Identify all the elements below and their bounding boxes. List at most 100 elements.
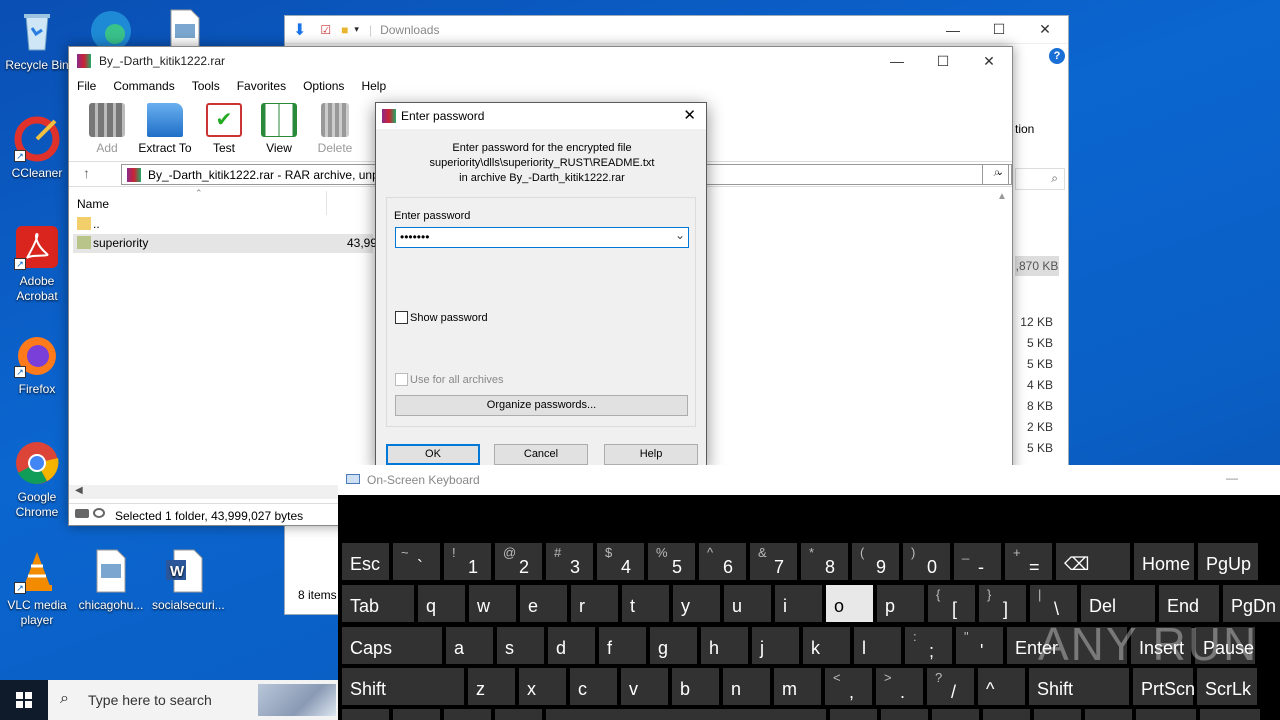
menu-options[interactable]: Options [303, 79, 344, 93]
dialog-titlebar[interactable]: Enter password ✕ [376, 103, 706, 129]
toolbar-delete-button[interactable]: Delete [305, 103, 365, 155]
key-Fn[interactable]: Fn [342, 709, 389, 720]
key-t[interactable]: t [622, 585, 669, 622]
minimize-button[interactable]: — [874, 47, 920, 75]
toolbar-view-button[interactable]: View [249, 103, 309, 155]
minimize-button[interactable]: — [930, 16, 976, 44]
key-Home[interactable]: Home [1134, 543, 1194, 580]
key-.[interactable]: >. [876, 668, 923, 705]
show-password-checkbox[interactable] [395, 311, 408, 324]
key-Ctrl[interactable]: Ctrl [393, 709, 440, 720]
menu-file[interactable]: File [77, 79, 96, 93]
close-button[interactable]: ✕ [966, 47, 1012, 75]
key-Ctrl[interactable]: Ctrl [881, 709, 928, 720]
key-0[interactable]: ) 0 [903, 543, 950, 580]
key-,[interactable]: <, [825, 668, 872, 705]
key-`[interactable]: ~ ` [393, 543, 440, 580]
taskbar-search-box[interactable]: ⌕ Type here to search [48, 680, 338, 720]
toolbar-extract-button[interactable]: Extract To [135, 103, 195, 155]
key-i[interactable]: i [775, 585, 822, 622]
toolbar-test-button[interactable]: ✔ Test [194, 103, 254, 155]
key-Tab[interactable]: Tab [342, 585, 414, 622]
folder-icon[interactable]: ■ [341, 23, 348, 37]
key-b[interactable]: b [672, 668, 719, 705]
key-⊞[interactable]: ⊞ [1085, 709, 1132, 720]
key-y[interactable]: y [673, 585, 720, 622]
maximize-button[interactable]: ☐ [920, 47, 966, 75]
search-icon[interactable]: ⌕ [982, 164, 1012, 185]
key-j[interactable]: j [752, 627, 799, 664]
key-7[interactable]: & 7 [750, 543, 797, 580]
scroll-left-icon[interactable]: ◀ [75, 485, 83, 496]
key-v[interactable]: v [983, 709, 1030, 720]
desktop-icon-chicagohu[interactable]: chicagohu... [78, 548, 144, 613]
key-m[interactable]: m [774, 668, 821, 705]
key-Esc[interactable]: Esc [342, 543, 389, 580]
key-g[interactable]: g [650, 627, 697, 664]
key-Shift[interactable]: Shift [342, 668, 464, 705]
key-2[interactable]: @2 [495, 543, 542, 580]
close-button[interactable]: ✕ [1022, 16, 1068, 44]
key-Shift[interactable]: Shift [1029, 668, 1129, 705]
start-windows-icon[interactable] [0, 680, 48, 720]
key-k[interactable]: k [803, 627, 850, 664]
key-6[interactable]: ^ 6 [699, 543, 746, 580]
key-PrtScn[interactable]: PrtScn [1133, 668, 1195, 705]
key--[interactable]: _ - [954, 543, 1001, 580]
menu-tools[interactable]: Tools [192, 79, 220, 93]
ok-button[interactable]: OK [386, 444, 480, 465]
key-s[interactable]: s [497, 627, 544, 664]
desktop-icon-firefox[interactable]: ↗ Firefox [4, 332, 70, 397]
key-o[interactable]: o [826, 585, 873, 622]
osk-titlebar[interactable]: On-Screen Keyboard — [338, 465, 1280, 495]
key-⊞[interactable]: ⊞ [444, 709, 491, 720]
password-input[interactable]: ••••••• ⌄ [395, 227, 689, 248]
key-3[interactable]: #3 [546, 543, 593, 580]
properties-icon[interactable]: ☑ [320, 23, 331, 37]
organize-passwords-button[interactable]: Organize passwords... [395, 395, 688, 416]
key-Alt[interactable]: Alt [830, 709, 877, 720]
key-w[interactable]: w [469, 585, 516, 622]
key-Caps[interactable]: Caps [342, 627, 442, 664]
help-button[interactable]: Help [604, 444, 698, 465]
key-Options[interactable]: Options [1136, 709, 1196, 720]
desktop-icon-recycle-bin[interactable]: Recycle Bin [4, 8, 70, 73]
key-h[interactable]: h [701, 627, 748, 664]
key-n[interactable]: n [723, 668, 770, 705]
key-e[interactable]: e [520, 585, 567, 622]
cancel-button[interactable]: Cancel [494, 444, 588, 465]
scroll-up-icon[interactable]: ▲ [997, 191, 1007, 202]
key-4[interactable]: $4 [597, 543, 644, 580]
key-;[interactable]: :; [905, 627, 952, 664]
help-icon[interactable]: ? [1049, 48, 1065, 64]
use-for-all-checkbox[interactable] [395, 373, 408, 386]
search-box[interactable]: ⌕ [1015, 168, 1065, 190]
key-p[interactable]: p [877, 585, 924, 622]
chevron-down-icon[interactable]: ⌄ [675, 228, 685, 242]
menu-favorites[interactable]: Favorites [237, 79, 286, 93]
key-c[interactable]: c [570, 668, 617, 705]
key-r[interactable]: r [571, 585, 618, 622]
horizontal-scrollbar[interactable]: ◀ [69, 485, 339, 499]
key-[[interactable]: {[ [928, 585, 975, 622]
key-8[interactable]: * 8 [801, 543, 848, 580]
key-⌫[interactable]: ⌫ [1056, 543, 1130, 580]
winrar-titlebar[interactable]: By_-Darth_kitik1222.rar — ☐ ✕ [69, 47, 1012, 75]
key-Help[interactable]: Help [1200, 709, 1260, 720]
desktop-icon-ccleaner[interactable]: ↗ CCleaner [4, 116, 70, 181]
up-arrow-icon[interactable]: ↑ [83, 165, 90, 181]
key-ScrLk[interactable]: ScrLk [1197, 668, 1257, 705]
key-<[interactable]: < [932, 709, 979, 720]
desktop-icon-google-chrome[interactable]: Google Chrome [4, 440, 70, 520]
enter-password-dialog[interactable]: Enter password ✕ Enter password for the … [375, 102, 707, 468]
desktop-icon-adobe-acrobat[interactable]: ↗ Adobe Acrobat [4, 224, 70, 304]
key-a[interactable]: a [446, 627, 493, 664]
desktop-icon-socialsecuri[interactable]: W socialsecuri... [152, 548, 225, 613]
quick-access-dropdown-icon[interactable]: ▾ [354, 24, 359, 35]
minimize-button[interactable]: — [1226, 471, 1238, 485]
vertical-scrollbar[interactable]: ▲ [994, 191, 1010, 485]
menu-commands[interactable]: Commands [113, 79, 174, 93]
key-d[interactable]: d [548, 627, 595, 664]
desktop-icon-vlc[interactable]: ↗ VLC media player [4, 548, 70, 628]
key-Alt[interactable]: Alt [495, 709, 542, 720]
